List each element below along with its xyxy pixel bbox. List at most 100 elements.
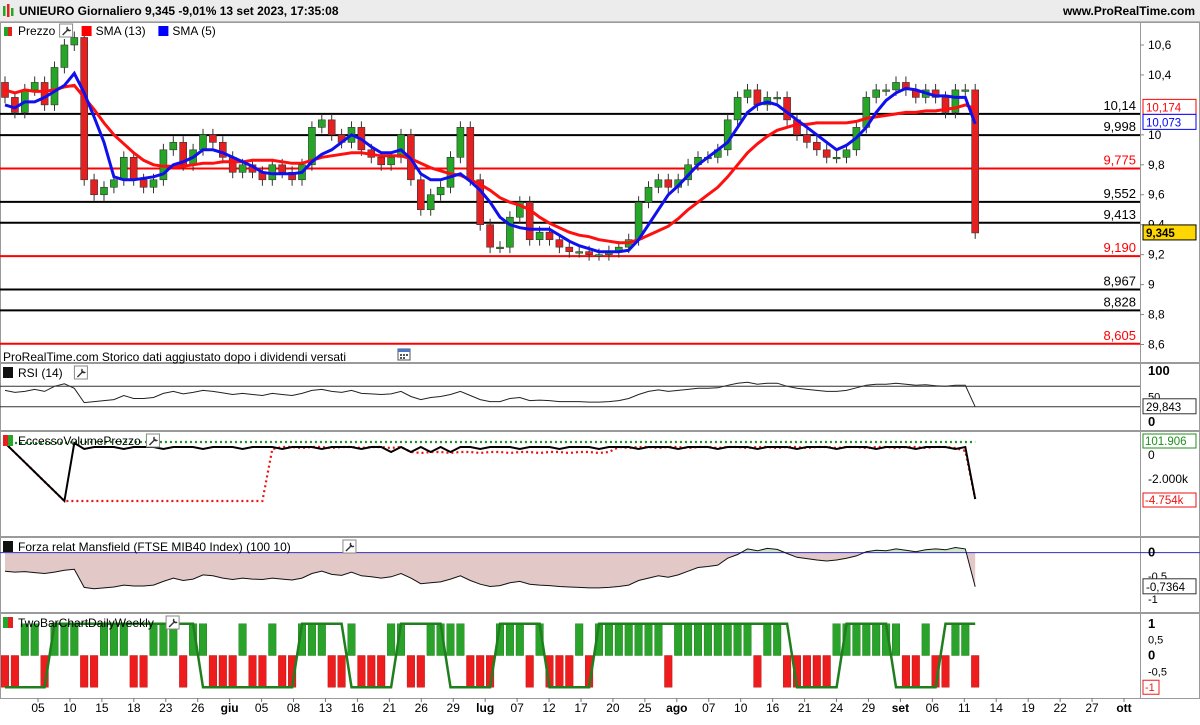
wrench-icon[interactable] xyxy=(342,539,357,554)
twobar-bar xyxy=(357,655,366,688)
twobar-bar xyxy=(614,623,623,656)
twobar-bar xyxy=(911,655,920,688)
volume-legend[interactable]: EccessoVolumePrezzo xyxy=(3,433,160,448)
x-tick-3: 18 xyxy=(127,701,141,715)
svg-text:9,345: 9,345 xyxy=(1146,228,1175,240)
x-tick-30: 14 xyxy=(990,701,1004,715)
chart-area[interactable]: 10,610,4109,89,69,49,298,88,6 10,149,998… xyxy=(0,22,1200,720)
svg-text:SMA (13): SMA (13) xyxy=(96,24,146,38)
candle xyxy=(733,91,742,126)
x-tick-24: 21 xyxy=(798,701,812,715)
candle xyxy=(80,31,88,186)
twobar-bar xyxy=(901,655,910,688)
hline-label-5: 9,190 xyxy=(1103,240,1136,255)
rsi-panel[interactable]: RSI (14) 10050029,843 xyxy=(0,363,1197,429)
volume-excess-panel[interactable]: EccessoVolumePrezzo 101.9060 -2.000k -4.754… xyxy=(3,433,1197,508)
twobar-bar xyxy=(505,623,514,656)
mansfield-tick-0: 0 xyxy=(1148,545,1155,560)
candle xyxy=(90,173,98,201)
x-tick-11: 21 xyxy=(383,701,397,715)
price-tick-7: 9 xyxy=(1148,278,1155,292)
twobar-bar xyxy=(1,655,9,688)
data-note: ProRealTime.com Storico dati aggiustato … xyxy=(3,350,346,364)
price-tick-3: 9,8 xyxy=(1148,158,1165,172)
x-tick-23: 16 xyxy=(766,701,780,715)
wrench-icon[interactable] xyxy=(59,23,74,38)
price-panel[interactable]: 10,610,4109,89,69,49,298,88,6 10,149,998… xyxy=(0,23,1197,364)
rsi-legend[interactable]: RSI (14) xyxy=(3,365,88,380)
legend-item-candles[interactable]: Prezzo xyxy=(4,23,74,38)
x-tick-25: 24 xyxy=(830,701,844,715)
twobar-bar xyxy=(753,655,762,688)
x-tick-2: 15 xyxy=(95,701,109,715)
candle xyxy=(397,128,405,164)
twobar-bar xyxy=(733,623,742,656)
wrench-icon[interactable] xyxy=(73,365,88,380)
svg-text:10,174: 10,174 xyxy=(1146,102,1182,114)
candle xyxy=(911,83,920,104)
chart-canvas[interactable]: 10,610,4109,89,69,49,298,88,6 10,149,998… xyxy=(0,22,1200,720)
candle xyxy=(456,121,465,164)
x-tick-17: 17 xyxy=(574,701,588,715)
mansfield-legend[interactable]: Forza relat Mansfield (FTSE MIB40 Index)… xyxy=(3,539,357,554)
svg-text:EccessoVolumePrezzo: EccessoVolumePrezzo xyxy=(18,434,141,448)
x-tick-16: 12 xyxy=(542,701,556,715)
twobar-bar xyxy=(624,623,633,656)
volume-tick-1: -2.000k xyxy=(1148,472,1189,486)
twobar-bar xyxy=(951,623,960,656)
site-label: www.ProRealTime.com xyxy=(1062,4,1195,18)
x-tick-31: 19 xyxy=(1021,701,1035,715)
wrench-icon[interactable] xyxy=(165,615,180,630)
x-tick-5: 26 xyxy=(191,701,205,715)
candle xyxy=(812,136,821,156)
rsi-value: 29,843 xyxy=(1146,402,1181,414)
svg-text:TwoBarChartDailyWeekly: TwoBarChartDailyWeekly xyxy=(18,616,154,630)
twobar-bar xyxy=(674,623,683,656)
volume-tick-0: 0 xyxy=(1148,448,1155,462)
twobar-bar xyxy=(268,623,277,656)
twobar-panel[interactable]: TwoBarChartDailyWeekly10,50-0,5-1-1 xyxy=(1,615,1167,695)
price-tick-2: 10 xyxy=(1148,128,1162,142)
candle xyxy=(723,113,732,156)
twobar-bar xyxy=(555,655,564,688)
twobar-legend[interactable]: TwoBarChartDailyWeekly xyxy=(3,615,180,630)
mansfield-value: -0,7364 xyxy=(1146,582,1186,594)
price-axis-ticks: 10,610,4109,89,69,49,298,88,6 xyxy=(1140,38,1172,352)
svg-text:SMA (5): SMA (5) xyxy=(172,24,215,38)
twobar-bar xyxy=(941,655,950,688)
twobar-bar xyxy=(694,623,703,656)
twobar-bar xyxy=(634,623,643,656)
candle xyxy=(822,143,831,164)
legend-item-sma5[interactable]: SMA (5) xyxy=(158,24,216,38)
volume-value-bottom: -4.754k xyxy=(1145,495,1184,507)
x-tick-28: 06 xyxy=(926,701,940,715)
twobar-bar xyxy=(228,655,237,688)
x-tick-1: 10 xyxy=(63,701,77,715)
twobar-bar xyxy=(872,623,881,656)
twobar-bar xyxy=(773,623,782,656)
wrench-icon[interactable] xyxy=(145,433,160,448)
twobar-bar xyxy=(822,655,831,688)
x-tick-34: ott xyxy=(1116,701,1131,715)
svg-text:Prezzo: Prezzo xyxy=(18,24,56,38)
x-tick-18: 20 xyxy=(606,701,620,715)
candle xyxy=(30,76,39,96)
twobar-bar xyxy=(743,623,752,656)
calendar-icon[interactable] xyxy=(397,348,411,361)
x-tick-21: 07 xyxy=(702,701,716,715)
x-axis: 05 10 15 18 23 26 giu 05 08 13 16 21 26 29 lug 07 12 17 20… xyxy=(31,698,1132,715)
volume-excess-line xyxy=(4,441,977,504)
candle xyxy=(169,136,178,156)
window-title: UNIEURO Giornaliero 9,345 -9,01% 13 set … xyxy=(19,4,339,18)
rsi-tick-2: 0 xyxy=(1148,414,1155,429)
candle xyxy=(426,188,435,216)
x-tick-33: 27 xyxy=(1085,701,1099,715)
legend-item-sma13[interactable]: SMA (13) xyxy=(81,24,146,38)
x-tick-12: 26 xyxy=(415,701,429,715)
candle xyxy=(803,128,811,149)
twobar-bar xyxy=(367,655,376,688)
hline-label-7: 8,828 xyxy=(1103,294,1136,309)
mansfield-panel[interactable]: Forza relat Mansfield (FTSE MIB40 Index)… xyxy=(0,539,1200,606)
x-tick-15: 07 xyxy=(510,701,524,715)
candle xyxy=(902,76,910,96)
